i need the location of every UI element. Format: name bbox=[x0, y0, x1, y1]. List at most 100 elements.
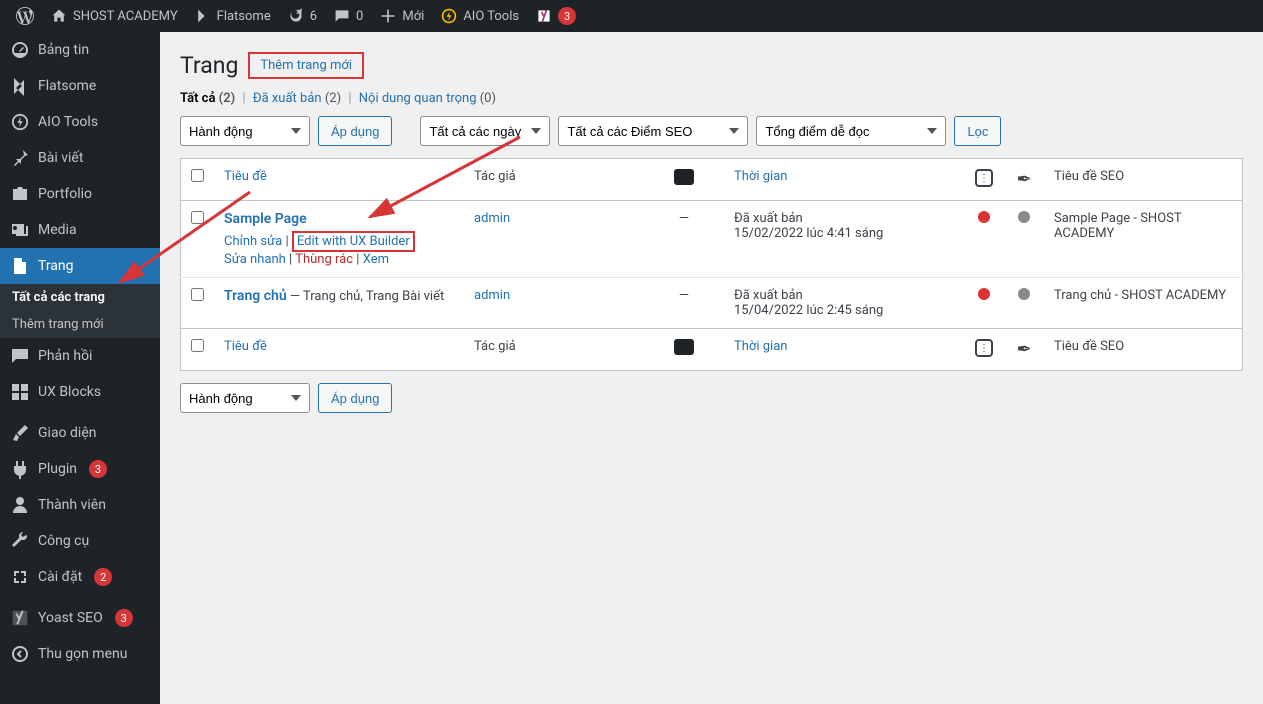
filter-all[interactable]: Tất cả (2) bbox=[180, 91, 235, 106]
flatsome-menu-icon bbox=[10, 76, 30, 96]
row-comments: — bbox=[644, 201, 724, 278]
comment-icon bbox=[333, 7, 351, 25]
menu-comments-label: Phản hồi bbox=[38, 348, 92, 364]
th-title[interactable]: Tiêu đề bbox=[214, 159, 464, 201]
menu-collapse-label: Thu gọn menu bbox=[38, 646, 127, 662]
menu-appearance[interactable]: Giao diện bbox=[0, 415, 160, 451]
bolt-icon bbox=[440, 7, 458, 25]
submenu-all-pages[interactable]: Tất cả các trang bbox=[0, 284, 160, 311]
row-author-link[interactable]: admin bbox=[474, 211, 510, 226]
comment-footer-icon bbox=[674, 339, 694, 355]
menu-tools[interactable]: Công cụ bbox=[0, 523, 160, 559]
row-title-link[interactable]: Trang chủ bbox=[224, 288, 287, 304]
bulk-action-select-bottom[interactable]: Hành động bbox=[180, 383, 310, 413]
filter-published[interactable]: Đã xuất bản (2) bbox=[253, 91, 341, 106]
menu-comments[interactable]: Phản hồi bbox=[0, 338, 160, 374]
th-comments bbox=[644, 159, 724, 201]
site-name-item[interactable]: SHOST ACADEMY bbox=[42, 0, 186, 32]
tf-date[interactable]: Thời gian bbox=[724, 329, 964, 371]
aio-tools-item[interactable]: AIO Tools bbox=[432, 0, 527, 32]
action-edit[interactable]: Chỉnh sửa bbox=[224, 234, 282, 249]
menu-users-label: Thành viên bbox=[38, 497, 106, 513]
date-filter-select[interactable]: Tất cả các ngày bbox=[420, 116, 550, 146]
table-row: Trang chủ — Trang chủ, Trang Bài viết ad… bbox=[181, 278, 1243, 329]
seo-score-select[interactable]: Tất cả các Điểm SEO bbox=[558, 116, 748, 146]
yoast-icon bbox=[535, 7, 553, 25]
readability-dot bbox=[1018, 288, 1030, 300]
action-view[interactable]: Xem bbox=[363, 252, 389, 267]
th-author: Tác giả bbox=[464, 159, 644, 201]
menu-flatsome-label: Flatsome bbox=[38, 78, 96, 94]
row-checkbox[interactable] bbox=[191, 288, 204, 301]
seo-score-dot bbox=[978, 288, 990, 300]
menu-flatsome[interactable]: Flatsome bbox=[0, 68, 160, 104]
table-row: Sample Page Chỉnh sửa | Edit with UX Bui… bbox=[181, 201, 1243, 278]
action-trash[interactable]: Thùng rác bbox=[295, 252, 353, 267]
dashboard-icon bbox=[10, 40, 30, 60]
th-seo-title: Tiêu đề SEO bbox=[1044, 159, 1243, 201]
filter-button[interactable]: Lọc bbox=[954, 116, 1001, 146]
blocks-icon bbox=[10, 382, 30, 402]
menu-plugins-label: Plugin bbox=[38, 461, 77, 477]
select-all-checkbox-footer[interactable] bbox=[191, 339, 204, 352]
add-new-button[interactable]: Thêm trang mới bbox=[248, 52, 364, 79]
menu-users[interactable]: Thành viên bbox=[0, 487, 160, 523]
action-quick-edit[interactable]: Sửa nhanh bbox=[224, 252, 286, 267]
plugin-icon bbox=[10, 459, 30, 479]
menu-pages-label: Trang bbox=[38, 258, 74, 274]
comments-item[interactable]: 0 bbox=[325, 0, 371, 32]
site-name-label: SHOST ACADEMY bbox=[73, 9, 178, 24]
select-all-checkbox[interactable] bbox=[191, 169, 204, 182]
refresh-icon bbox=[287, 7, 305, 25]
new-item[interactable]: Mới bbox=[371, 0, 432, 32]
comments-count: 0 bbox=[356, 9, 363, 24]
menu-portfolio[interactable]: Portfolio bbox=[0, 176, 160, 212]
plus-icon bbox=[379, 7, 397, 25]
plugins-badge: 3 bbox=[89, 460, 107, 478]
aio-tools-label: AIO Tools bbox=[463, 9, 519, 24]
menu-posts[interactable]: Bài viết bbox=[0, 140, 160, 176]
portfolio-icon bbox=[10, 184, 30, 204]
menu-pages[interactable]: Trang bbox=[0, 248, 160, 284]
menu-plugins[interactable]: Plugin 3 bbox=[0, 451, 160, 487]
th-date[interactable]: Thời gian bbox=[724, 159, 964, 201]
tf-seo-score: ⋮ bbox=[964, 329, 1004, 371]
menu-aio-tools[interactable]: AIO Tools bbox=[0, 104, 160, 140]
submenu-add-new[interactable]: Thêm trang mới bbox=[0, 311, 160, 338]
new-label: Mới bbox=[402, 9, 424, 24]
tf-readability: ✒ bbox=[1004, 329, 1044, 371]
feather-icon: ✒ bbox=[1016, 339, 1031, 360]
row-title-link[interactable]: Sample Page bbox=[224, 211, 307, 227]
apply-bulk-button[interactable]: Áp dụng bbox=[318, 116, 392, 146]
seo-score-dot bbox=[978, 211, 990, 223]
apply-bulk-button-bottom[interactable]: Áp dụng bbox=[318, 383, 392, 413]
bulk-action-select[interactable]: Hành động bbox=[180, 116, 310, 146]
menu-posts-label: Bài viết bbox=[38, 150, 83, 166]
menu-ux-blocks-label: UX Blocks bbox=[38, 384, 101, 400]
menu-ux-blocks[interactable]: UX Blocks bbox=[0, 374, 160, 410]
tf-title[interactable]: Tiêu đề bbox=[214, 329, 464, 371]
menu-dashboard[interactable]: Bảng tin bbox=[0, 32, 160, 68]
action-ux-builder[interactable]: Edit with UX Builder bbox=[297, 234, 410, 249]
yoast-menu-icon bbox=[10, 608, 30, 628]
updates-item[interactable]: 6 bbox=[279, 0, 325, 32]
settings-icon bbox=[10, 567, 30, 587]
menu-media[interactable]: Media bbox=[0, 212, 160, 248]
status-filter: Tất cả (2) | Đã xuất bản (2) | Nội dung … bbox=[180, 91, 1243, 106]
wp-logo[interactable] bbox=[8, 0, 42, 32]
flatsome-toolbar-item[interactable]: Flatsome bbox=[186, 0, 279, 32]
menu-tools-label: Công cụ bbox=[38, 533, 89, 549]
row-author-link[interactable]: admin bbox=[474, 288, 510, 303]
tf-author: Tác giả bbox=[464, 329, 644, 371]
feather-icon: ✒ bbox=[1016, 169, 1031, 190]
menu-collapse[interactable]: Thu gọn menu bbox=[0, 636, 160, 672]
yoast-toolbar-item[interactable]: 3 bbox=[527, 0, 584, 32]
filter-cornerstone[interactable]: Nội dung quan trọng (0) bbox=[359, 91, 496, 106]
menu-aio-label: AIO Tools bbox=[38, 114, 98, 130]
tf-seo-title: Tiêu đề SEO bbox=[1044, 329, 1243, 371]
menu-settings[interactable]: Cài đặt 2 bbox=[0, 559, 160, 595]
row-checkbox[interactable] bbox=[191, 211, 204, 224]
tf-comments bbox=[644, 329, 724, 371]
menu-yoast[interactable]: Yoast SEO 3 bbox=[0, 600, 160, 636]
readability-select[interactable]: Tổng điểm dễ đọc bbox=[756, 116, 946, 146]
